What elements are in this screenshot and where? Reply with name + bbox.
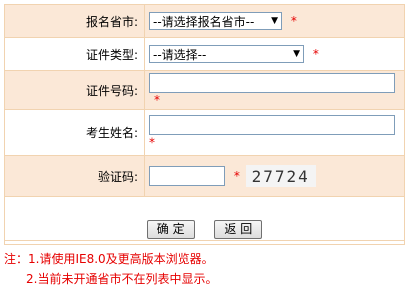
id-type-label: 证件类型: — [4, 37, 145, 71]
captcha-row: 验证码: * 27724 — [4, 155, 405, 197]
required-marker: * — [290, 14, 297, 28]
note-line-2: 2.当前未开通省市不在列表中显示。 — [26, 272, 218, 286]
confirm-button[interactable]: 确 定 — [146, 220, 195, 239]
required-marker: * — [233, 169, 240, 183]
province-row: 报名省市: --请选择报名省市-- ▼ * — [4, 4, 405, 38]
required-marker: * — [312, 47, 319, 61]
id-number-row: 证件号码: * — [4, 70, 405, 110]
province-label: 报名省市: — [4, 4, 145, 38]
province-selected-value: --请选择报名省市-- — [153, 14, 255, 29]
name-label: 考生姓名: — [4, 109, 145, 156]
captcha-label: 验证码: — [4, 155, 145, 197]
province-select[interactable]: --请选择报名省市-- ▼ — [149, 12, 282, 30]
required-marker: * — [154, 93, 160, 108]
note-line-1: 注：1.请使用IE8.0及更高版本浏览器。 — [4, 252, 214, 266]
back-button[interactable]: 返 回 — [214, 220, 263, 239]
dropdown-arrow-icon: ▼ — [271, 16, 278, 26]
registration-form: 报名省市: --请选择报名省市-- ▼ * 证件类型: --请选择-- ▼ * … — [4, 4, 405, 245]
id-number-label: 证件号码: — [4, 70, 145, 110]
name-input[interactable] — [149, 115, 395, 136]
id-type-selected-value: --请选择-- — [153, 47, 207, 62]
notes-section: 注：1.请使用IE8.0及更高版本浏览器。 2.当前未开通省市不在列表中显示。 — [4, 240, 405, 298]
id-number-input[interactable] — [149, 72, 395, 93]
captcha-image[interactable]: 27724 — [245, 165, 316, 187]
required-marker: * — [149, 135, 155, 150]
captcha-input[interactable] — [149, 166, 225, 186]
id-type-select[interactable]: --请选择-- ▼ — [149, 45, 304, 63]
dropdown-arrow-icon: ▼ — [293, 49, 300, 59]
button-row: 确 定 返 回 — [4, 196, 405, 245]
id-type-row: 证件类型: --请选择-- ▼ * — [4, 37, 405, 71]
name-row: 考生姓名: * — [4, 109, 405, 156]
